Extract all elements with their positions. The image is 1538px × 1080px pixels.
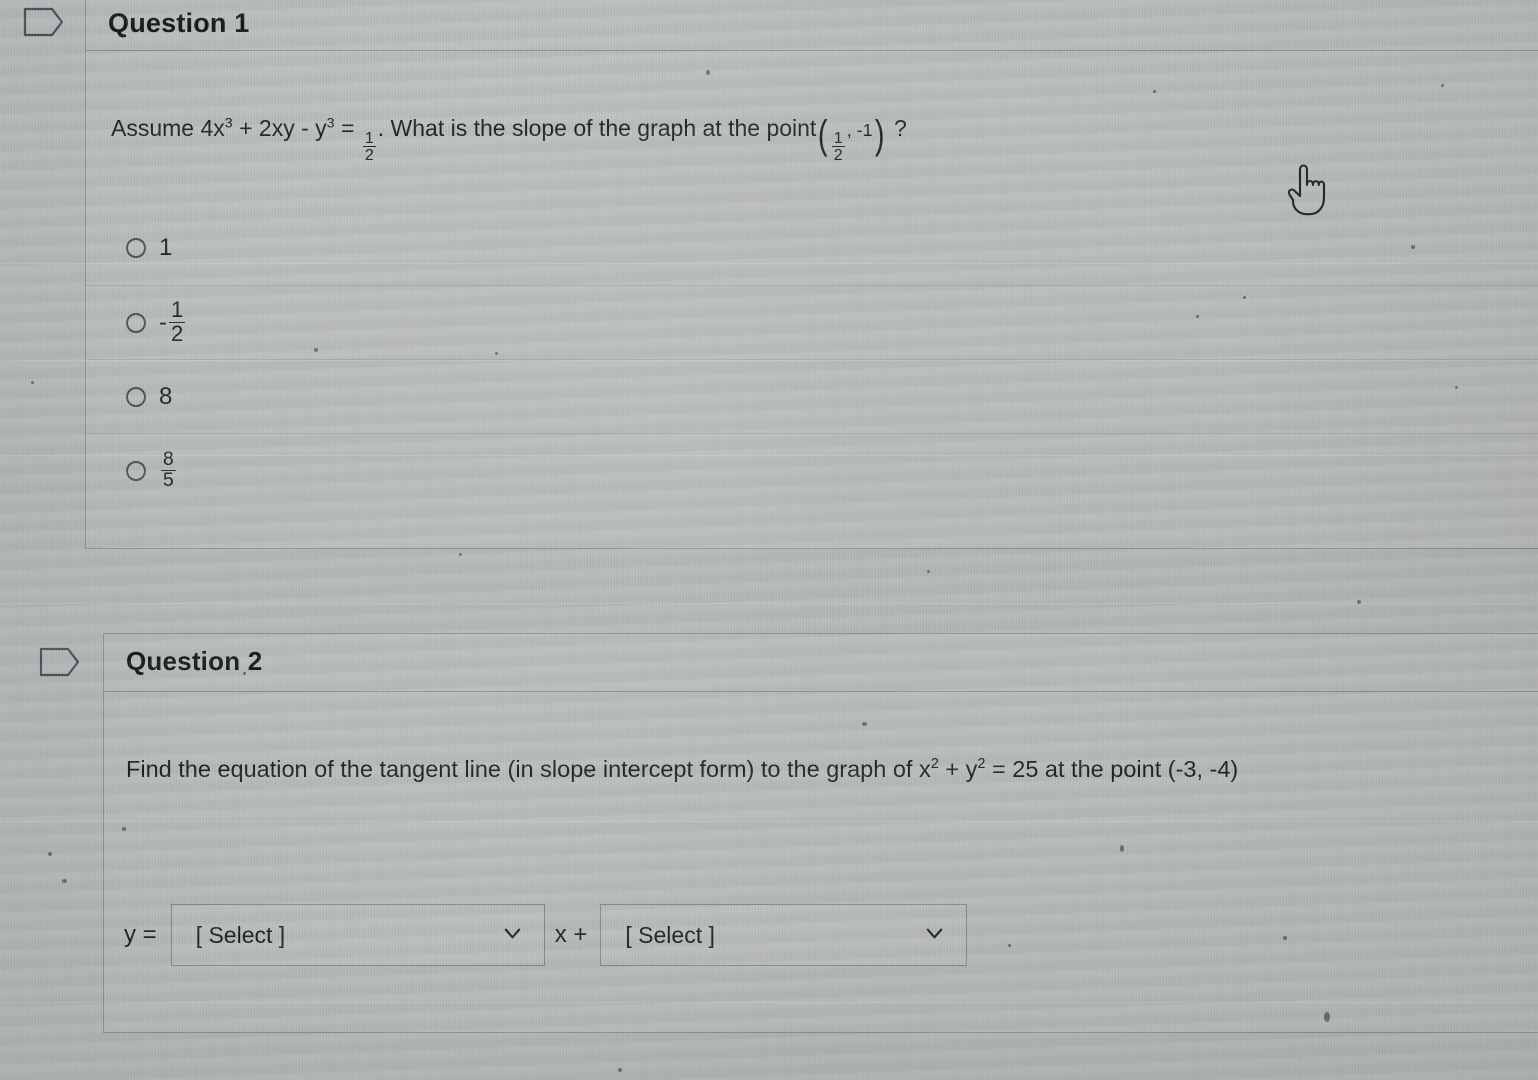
stem-exponent-1: 3 — [224, 115, 233, 132]
radio-button-icon[interactable] — [126, 386, 146, 407]
question-1-title: Question 1 — [108, 8, 250, 38]
fraction-denominator: 2 — [169, 321, 186, 346]
stem-lead: Find the equation of the tangent line (i… — [126, 756, 931, 782]
fraction-numerator: 8 — [163, 449, 174, 471]
point-fraction-numerator: 1 — [833, 128, 843, 147]
intercept-select-dropdown[interactable]: [ Select ] — [600, 904, 968, 966]
option-label-4: 85 — [159, 450, 178, 490]
point-y-value: , -1 — [846, 120, 873, 140]
point-x-fraction: 12 — [831, 128, 845, 165]
stem-question-mark: ? — [894, 115, 907, 141]
answer-option-3[interactable]: 8 — [86, 359, 1538, 433]
option-label-2: -12 — [159, 299, 187, 345]
option-2-fraction: 12 — [169, 297, 186, 346]
stem-tail: . What is the slope of the graph at the … — [377, 115, 817, 141]
point-fraction-denominator: 2 — [831, 146, 845, 165]
option-label-1: 1 — [159, 234, 173, 261]
slope-select-value: [ Select ] — [195, 921, 286, 948]
fraction-denominator: 2 — [362, 146, 376, 165]
question-2-stem: Find the equation of the tangent line (i… — [126, 754, 1238, 786]
slope-select-dropdown[interactable]: [ Select ] — [170, 904, 545, 966]
option-label-3: 8 — [159, 382, 173, 410]
question-1-header: Question 1 — [86, 0, 1538, 51]
question-1-options: 1 -12 8 85 — [86, 211, 1538, 507]
question-card-2: Question 2 Find the equation of the tang… — [103, 633, 1538, 1033]
stem-lead: Assume 4x — [111, 115, 225, 141]
right-paren: ) — [874, 112, 885, 158]
radio-button-icon[interactable] — [126, 460, 146, 481]
radio-button-icon[interactable] — [126, 238, 146, 258]
radio-button-icon[interactable] — [126, 312, 146, 333]
stem-mid: + 2xy - y — [232, 115, 327, 141]
bookmark-flag-icon[interactable] — [38, 645, 82, 679]
fraction-numerator: 1 — [171, 297, 184, 323]
equation-prefix-label: y = — [124, 921, 157, 948]
middle-operator-label: x + — [554, 921, 588, 948]
chevron-down-icon[interactable] — [503, 924, 522, 943]
fraction-numerator: 1 — [364, 128, 374, 147]
question-2-header: Question 2 — [104, 634, 1538, 692]
stem-equals: = — [334, 115, 361, 141]
stem-exponent-1: 2 — [930, 756, 939, 773]
stem-fraction-one-half: 12 — [362, 128, 376, 165]
stem-mid: + y — [938, 756, 978, 782]
answer-option-4[interactable]: 85 — [86, 433, 1538, 507]
fraction-denominator: 5 — [161, 470, 176, 491]
chevron-down-icon[interactable] — [925, 924, 944, 943]
question-2-answer-row: y = [ Select ] x + [ Select ] — [124, 904, 968, 966]
intercept-select-value: [ Select ] — [625, 921, 715, 948]
question-2-title: Question 2 — [126, 646, 263, 676]
question-1-stem: Assume 4x3 + 2xy - y3 = 12. What is the … — [111, 112, 907, 165]
option-4-fraction: 85 — [161, 450, 176, 490]
bookmark-flag-icon[interactable] — [22, 5, 66, 39]
option-2-sign: - — [159, 308, 167, 336]
answer-option-1[interactable]: 1 — [86, 211, 1538, 285]
stem-exponent-2: 3 — [326, 115, 335, 132]
pointer-hand-cursor-icon — [1281, 160, 1333, 222]
left-paren: ( — [818, 112, 828, 158]
stem-tail: = 25 at the point (-3, -4) — [985, 756, 1239, 782]
question-card-1: Question 1 Assume 4x3 + 2xy - y3 = 12. W… — [85, 0, 1538, 549]
answer-option-2[interactable]: -12 — [86, 285, 1538, 359]
